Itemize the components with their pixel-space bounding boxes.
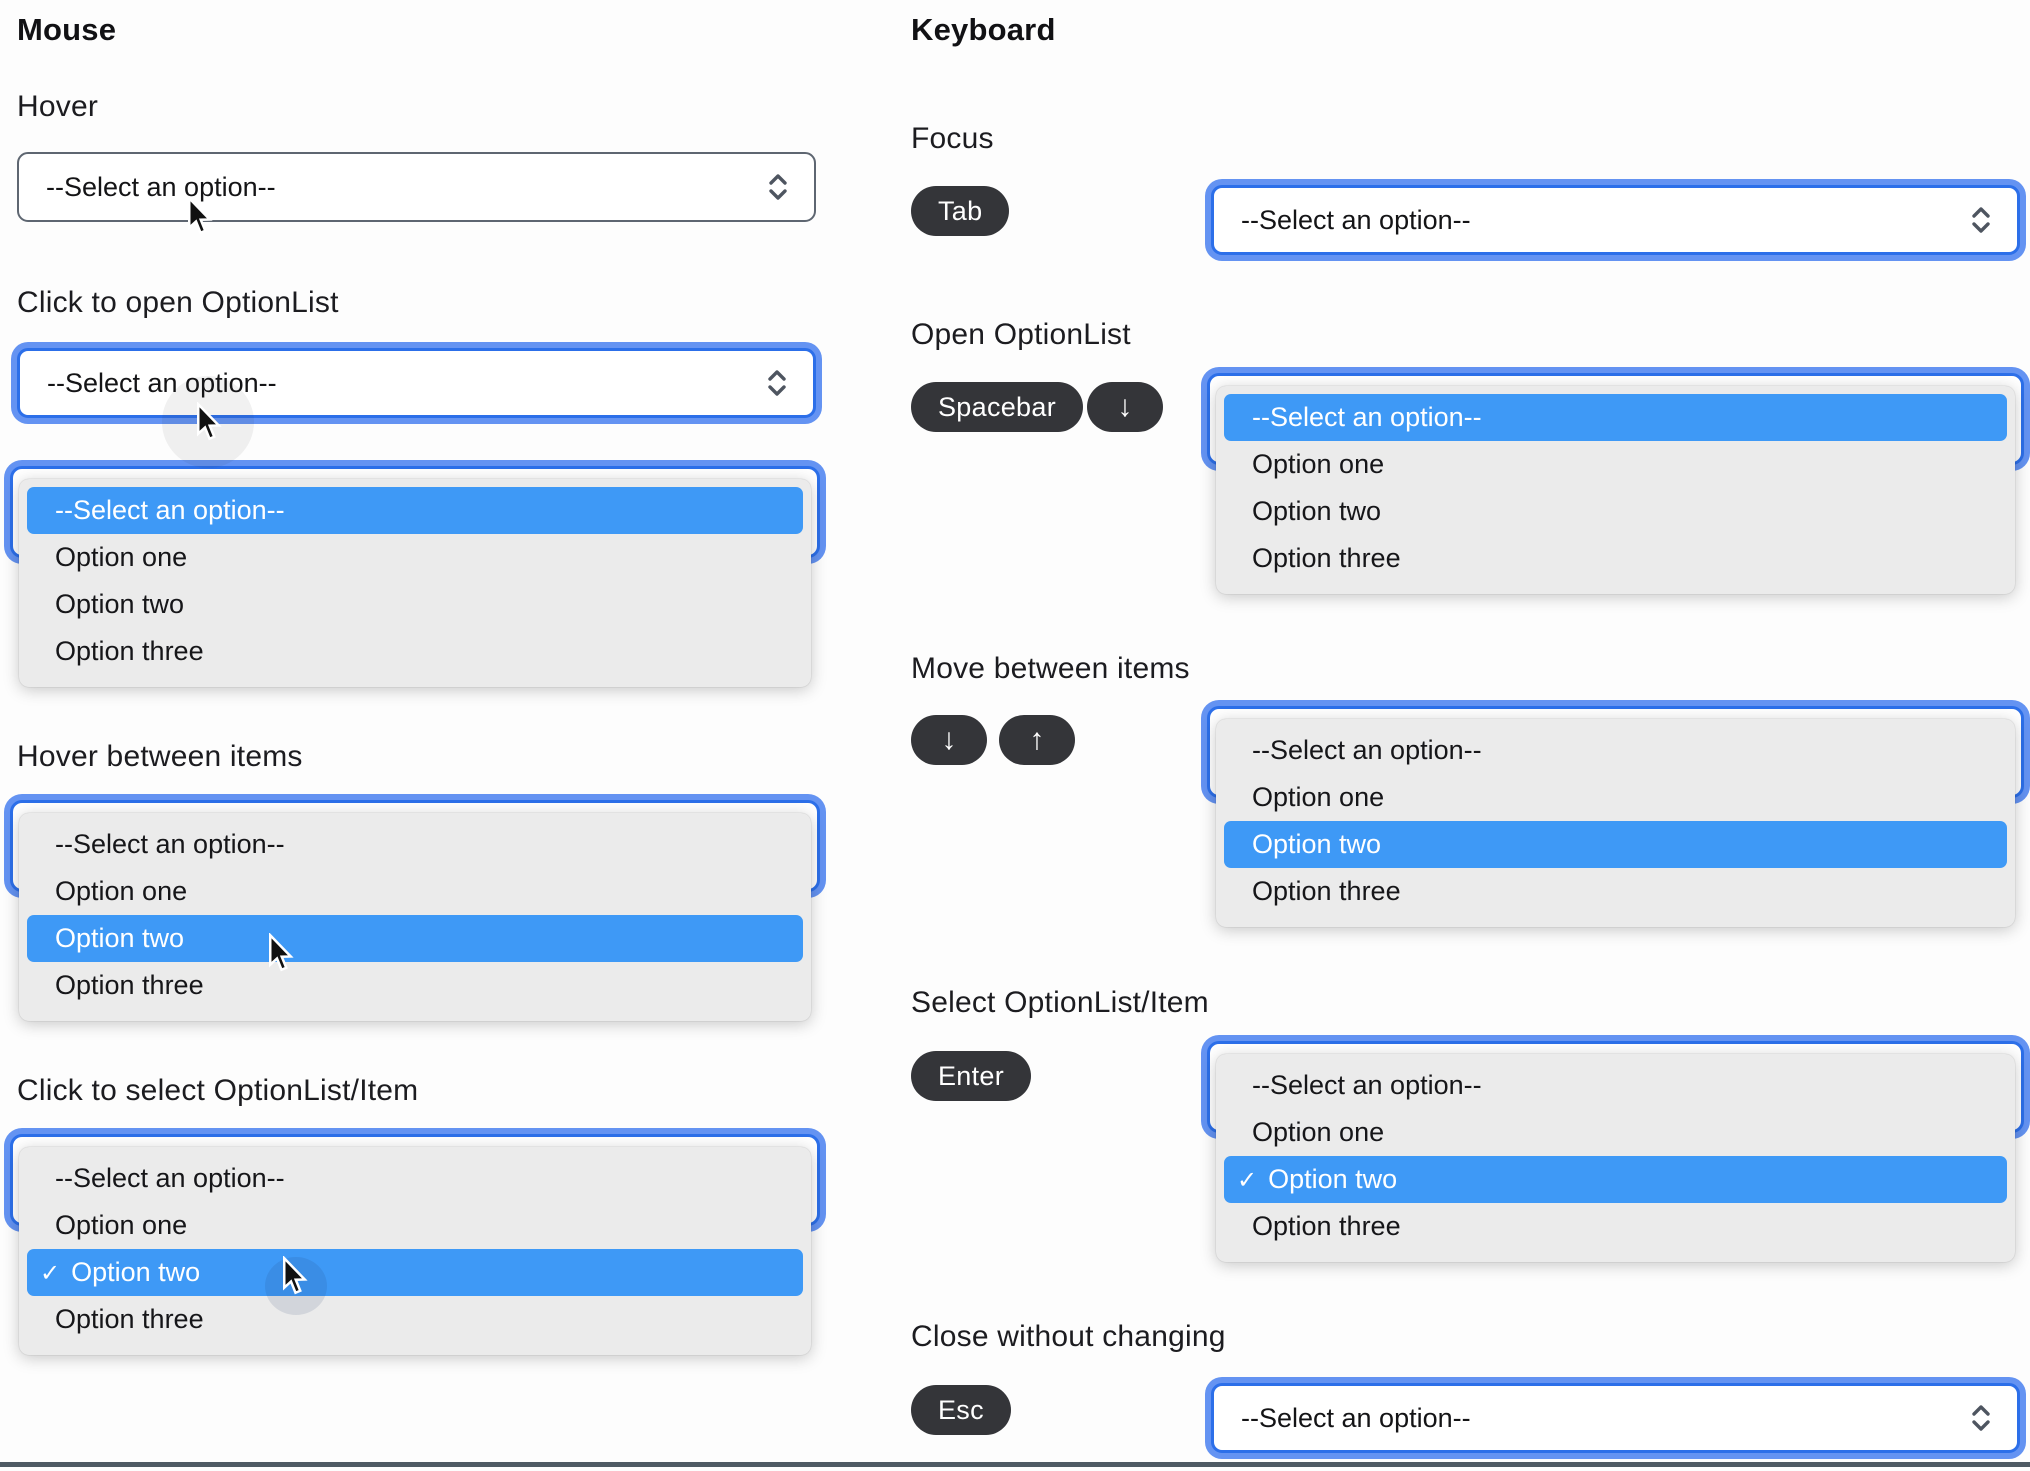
option-label: Option three (55, 1304, 204, 1334)
option-label: Option one (55, 542, 188, 572)
mouse-cursor-icon (278, 1255, 308, 1298)
option-item[interactable]: --Select an option-- (1224, 394, 2007, 441)
mouse-column-title: Mouse (17, 12, 117, 47)
section-title-focus: Focus (911, 122, 994, 155)
option-label: Option three (55, 970, 204, 1000)
updown-stepper-icon (765, 367, 789, 399)
option-list-panel: --Select an option-- Option one Option two… (1216, 719, 2015, 927)
option-list-panel: --Select an option-- Option one ✓ Option tw… (1216, 1054, 2015, 1262)
option-item[interactable]: ✓ Option two (1224, 1156, 2007, 1203)
option-label: Option two (55, 923, 185, 953)
option-label: Option one (55, 876, 188, 906)
option-item[interactable]: Option one (1216, 1109, 2015, 1156)
option-label: Option two (71, 1257, 201, 1287)
section-title-move: Move between items (911, 652, 1190, 685)
option-item[interactable]: Option one (19, 1202, 811, 1249)
section-title-hover-items: Hover between items (17, 740, 303, 773)
updown-stepper-icon (1969, 1402, 1993, 1434)
option-label: Option three (1252, 1211, 1401, 1241)
option-label: Option one (1252, 782, 1385, 812)
option-label: Option two (55, 589, 185, 619)
option-item[interactable]: Option three (1216, 868, 2015, 915)
option-item[interactable]: Option three (1216, 1203, 2015, 1250)
section-title-click-select: Click to select OptionList/Item (17, 1074, 419, 1107)
optionlist-kb-move: --Select an option-- Option one Option two… (1207, 706, 2024, 927)
key-badge-tab: Tab (911, 186, 1010, 236)
select-hover[interactable]: --Select an option-- (17, 152, 816, 222)
updown-stepper-icon (766, 171, 790, 203)
arrow-down-key-badge: ↓ (911, 715, 987, 765)
option-item[interactable]: --Select an option-- (27, 487, 803, 534)
option-label: Option two (1268, 1164, 1398, 1194)
select-value: --Select an option-- (1241, 1402, 1471, 1433)
option-list-panel: --Select an option-- Option one ✓ Option tw… (19, 1147, 811, 1355)
option-label: Option three (55, 636, 204, 666)
section-title-select-item: Select OptionList/Item (911, 986, 1209, 1019)
key-badge-esc: Esc (911, 1385, 1011, 1435)
option-item[interactable]: --Select an option-- (1216, 1062, 2015, 1109)
optionlist-kb-select: --Select an option-- Option one ✓ Option tw… (1207, 1041, 2024, 1262)
mouse-cursor-icon (192, 401, 222, 444)
option-item[interactable]: Option one (19, 868, 811, 915)
option-item[interactable]: --Select an option-- (1216, 727, 2015, 774)
option-label: Option three (1252, 543, 1401, 573)
select-value: --Select an option-- (1241, 204, 1471, 235)
optionlist-click-select: --Select an option-- Option one ✓ Option tw… (10, 1134, 820, 1355)
option-label: --Select an option-- (55, 1163, 285, 1193)
mouse-cursor-icon (183, 195, 213, 238)
optionlist-hover-items: --Select an option-- Option one Option two… (10, 800, 820, 1021)
option-item[interactable]: Option three (1216, 535, 2015, 582)
checkmark-icon: ✓ (1237, 1167, 1258, 1194)
arrow-up-key-badge: ↑ (999, 715, 1075, 765)
section-title-open: Open OptionList (911, 318, 1131, 351)
select-focus[interactable]: --Select an option-- (1211, 185, 2020, 255)
option-label: Option one (1252, 1117, 1385, 1147)
option-item[interactable]: --Select an option-- (19, 1155, 811, 1202)
updown-stepper-icon (1969, 204, 1993, 236)
option-label: Option one (55, 1210, 188, 1240)
arrow-down-key-badge: ↓ (1087, 382, 1163, 432)
option-item[interactable]: Option two (1224, 821, 2007, 868)
checkmark-icon: ✓ (40, 1260, 61, 1287)
option-list-panel: --Select an option-- Option one Option two… (1216, 386, 2015, 594)
option-item[interactable]: Option one (1216, 441, 2015, 488)
option-list-panel: --Select an option-- Option one Option two… (19, 813, 811, 1021)
option-item[interactable]: Option three (19, 962, 811, 1009)
option-item[interactable]: Option one (1216, 774, 2015, 821)
optionlist-click-open: --Select an option-- Option one Option two… (10, 466, 820, 687)
option-item[interactable]: Option three (19, 1296, 811, 1343)
optionlist-kb-open: --Select an option-- Option one Option two… (1207, 373, 2024, 594)
mouse-cursor-icon (264, 932, 294, 975)
option-label: --Select an option-- (1252, 402, 1482, 432)
select-close[interactable]: --Select an option-- (1211, 1383, 2020, 1453)
option-label: Option one (1252, 449, 1385, 479)
page-bottom-divider (0, 1462, 2030, 1467)
keyboard-column-title: Keyboard (911, 12, 1056, 47)
option-label: Option three (1252, 876, 1401, 906)
option-list-panel: --Select an option-- Option one Option two… (19, 479, 811, 687)
option-label: --Select an option-- (55, 829, 285, 859)
option-item[interactable]: ✓ Option two (27, 1249, 803, 1296)
section-title-close: Close without changing (911, 1320, 1226, 1353)
option-item[interactable]: Option two (19, 581, 811, 628)
option-label: --Select an option-- (1252, 735, 1482, 765)
key-badge-enter: Enter (911, 1051, 1032, 1101)
section-title-hover: Hover (17, 90, 99, 123)
option-label: --Select an option-- (1252, 1070, 1482, 1100)
option-label: Option two (1252, 829, 1382, 859)
option-label: --Select an option-- (55, 495, 285, 525)
option-item[interactable]: Option three (19, 628, 811, 675)
option-item[interactable]: Option one (19, 534, 811, 581)
select-value: --Select an option-- (46, 171, 276, 202)
key-badge-spacebar: Spacebar (911, 382, 1083, 432)
section-title-click-open: Click to open OptionList (17, 286, 339, 319)
select-click-open[interactable]: --Select an option-- (17, 348, 816, 418)
option-item[interactable]: Option two (27, 915, 803, 962)
option-item[interactable]: Option two (1216, 488, 2015, 535)
option-item[interactable]: --Select an option-- (19, 821, 811, 868)
option-label: Option two (1252, 496, 1382, 526)
